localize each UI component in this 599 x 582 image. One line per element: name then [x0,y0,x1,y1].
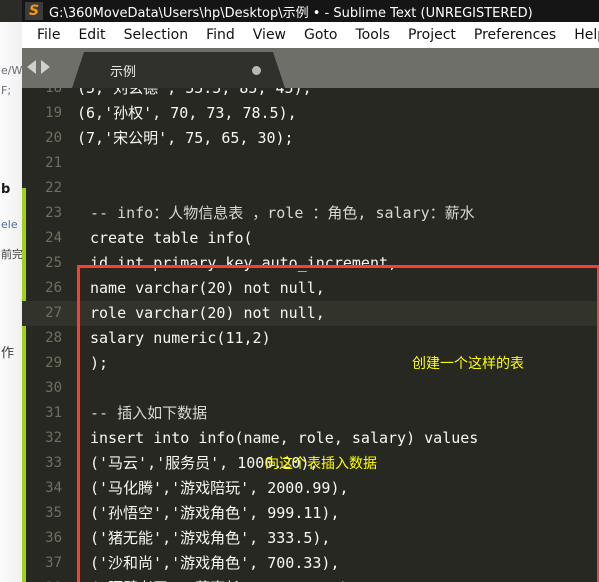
code-line[interactable]: 18 (5,'刘玄德', 55.5, 85, 45); [22,88,599,101]
window-title: G:\360MoveData\Users\hp\Desktop\示例 • - S… [49,5,533,21]
line-number: 20 [45,130,62,146]
tab-label: 示例 [110,64,137,80]
code-line-text: ('孙悟空','游戏角色', 999.11), [90,504,340,522]
background-text-fragment: ele [1,218,18,231]
yellow-annotation: 创建一个这样的表 [412,356,524,372]
background-text-fragment: e/W [1,64,23,77]
code-line[interactable]: 26 name varchar(20) not null, [22,276,599,301]
line-number: 21 [45,155,62,171]
code-line-text: (5,'刘玄德', 55.5, 85, 45); [77,88,312,97]
code-line[interactable]: 20 (7,'宋公明', 75, 65, 30); [22,126,599,151]
line-number: 23 [45,205,62,221]
code-line-text: -- 插入如下数据 [90,404,208,422]
line-number: 18 [45,88,62,96]
code-line-text: ('沙和尚','游戏角色', 700.33), [90,554,340,572]
code-line-text: name varchar(20) not null, [90,279,325,297]
menu-item-edit[interactable]: Edit [69,25,114,45]
code-line-text: ('猪无能','游戏角色', 333.5), [90,529,331,547]
code-line[interactable]: 31 -- 插入如下数据 [22,401,599,426]
code-line[interactable]: 38 ('隔壁老王','董事长', 12000.66); [22,576,599,582]
background-text-fragment: b [1,182,11,197]
menu-item-goto[interactable]: Goto [295,25,346,45]
code-line[interactable]: 19 (6,'孙权', 70, 73, 78.5), [22,101,599,126]
menu-bar: File Edit Selection Find View Goto Tools Projec… [22,22,599,48]
line-number: 38 [22,576,62,582]
code-line[interactable]: 25 id int primary key auto_increment, [22,251,599,276]
code-line-text: (6,'孙权', 70, 73, 78.5), [77,104,297,122]
sublime-text-s-icon: S [25,2,43,20]
code-line-text: create table info( [90,229,253,247]
arrow-left-icon[interactable] [27,60,36,74]
line-number: 22 [45,180,62,196]
code-line[interactable]: 35 ('孙悟空','游戏角色', 999.11), [22,501,599,526]
line-number: 30 [45,380,62,396]
tab-nav-arrows[interactable] [27,60,50,74]
arrow-right-icon[interactable] [41,60,50,74]
sublime-text-window: e/W F; b ele 前完 作 S G:\360MoveData\Users… [0,0,599,582]
code-line-text: ); [90,354,109,372]
code-line-text: id int primary key auto_increment, [90,254,398,272]
line-number: 31 [45,405,62,421]
menu-item-view[interactable]: View [244,25,295,45]
line-number: 37 [45,555,62,571]
code-editor[interactable]: 18 (5,'刘玄德', 55.5, 85, 45); 19 (6,'孙权', 70,… [22,88,599,582]
code-line[interactable]: 24 create table info( [22,226,599,251]
code-line[interactable]: 22 [22,176,599,201]
menu-item-tools[interactable]: Tools [346,25,399,45]
background-text-fragment: 前完 [1,248,23,261]
code-line[interactable]: 36 ('猪无能','游戏角色', 333.5), [22,526,599,551]
title-bar[interactable]: S G:\360MoveData\Users\hp\Desktop\示例 • -… [22,0,599,22]
code-line-text: ('马化腾','游戏陪玩', 2000.99), [90,479,349,497]
line-number: 36 [45,530,62,546]
line-number: 34 [45,480,62,496]
code-line-text: (7,'宋公明', 75, 65, 30); [77,129,294,147]
yellow-annotation: 向这个表插入数据 [265,456,377,472]
code-line[interactable]: 34 ('马化腾','游戏陪玩', 2000.99), [22,476,599,501]
code-line-text: -- info：人物信息表 ，role ：角色, salary：薪水 [90,204,475,222]
menu-item-preferences[interactable]: Preferences [465,25,565,45]
line-number: 33 [45,455,62,471]
menu-item-project[interactable]: Project [399,25,465,45]
tab-shili[interactable]: 示例 [72,52,285,88]
code-line[interactable]: 28 salary numeric(11,2) [22,326,599,351]
code-line-text: salary numeric(11,2) [90,329,271,347]
code-lines[interactable]: 18 (5,'刘玄德', 55.5, 85, 45); 19 (6,'孙权', 70,… [22,88,599,582]
tab-bar: 示例 [22,48,599,88]
line-number: 28 [45,330,62,346]
line-number: 29 [45,355,62,371]
line-number: 27 [45,305,62,321]
line-number: 32 [45,430,62,446]
code-line[interactable]: 37 ('沙和尚','游戏角色', 700.33), [22,551,599,576]
code-line-text: role varchar(20) not null, [90,304,325,322]
line-number: 35 [45,505,62,521]
line-number: 25 [45,255,62,271]
sublime-logo-glyph: S [28,3,40,19]
line-number: 26 [45,280,62,296]
code-line[interactable]: 21 [22,151,599,176]
line-number: 19 [45,105,62,121]
background-text-fragment: 作 [1,346,15,361]
line-number: 24 [45,230,62,246]
menu-item-file[interactable]: File [28,25,69,45]
code-line[interactable]: 27 role varchar(20) not null, [22,301,599,326]
code-line-text: ('隔壁老王','董事长', 12000.66); [90,576,358,582]
menu-item-help[interactable]: Help [565,25,599,45]
code-line[interactable]: 30 [22,376,599,401]
code-line-text: insert into info(name, role, salary) val… [90,429,479,447]
code-line[interactable]: 32 insert into info(name, role, salary) v… [22,426,599,451]
code-line[interactable]: 23 -- info：人物信息表 ，role ：角色, salary：薪水 [22,201,599,226]
unsaved-dot-icon[interactable] [252,66,261,75]
background-text-fragment: F; [1,84,12,97]
menu-item-find[interactable]: Find [197,25,244,45]
menu-item-selection[interactable]: Selection [115,25,198,45]
